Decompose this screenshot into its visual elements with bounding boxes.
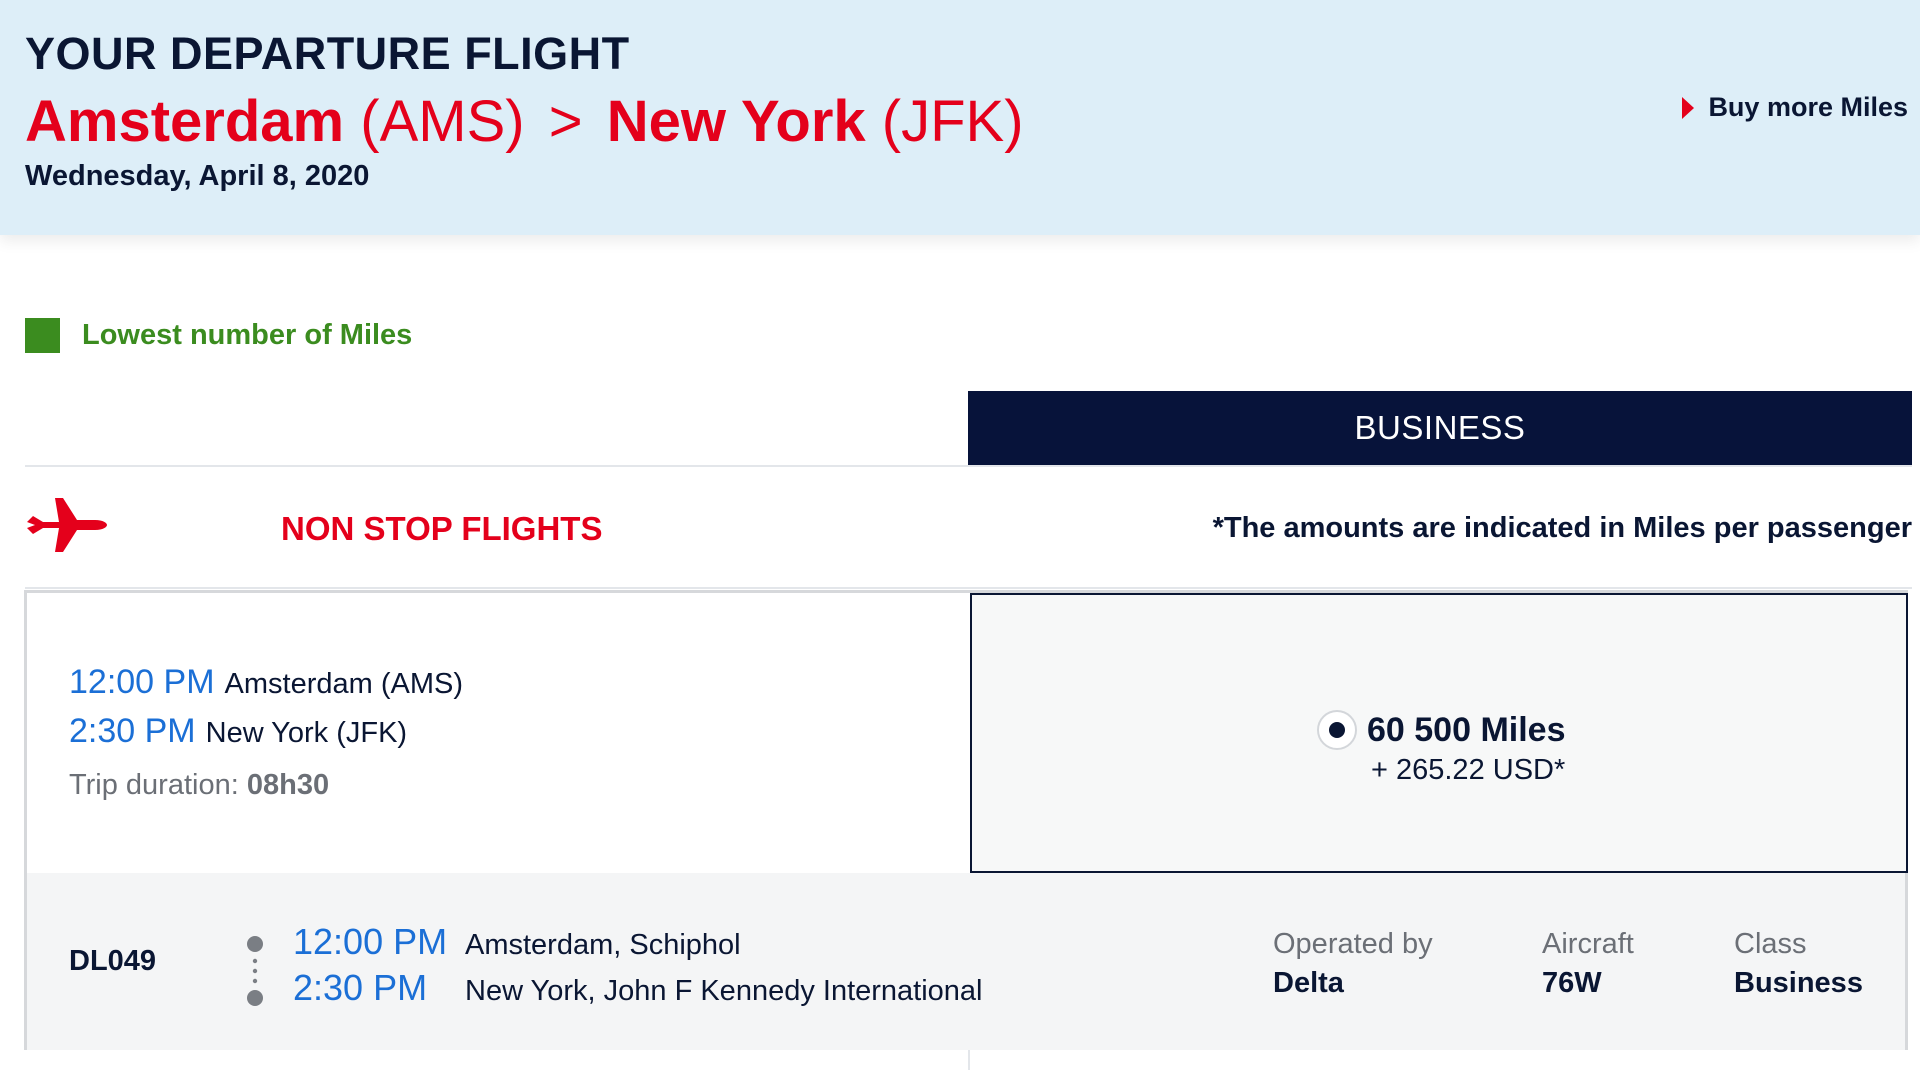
business-fare-option[interactable]: 60 500 Miles + 265.22 USD* (970, 593, 1908, 873)
aircraft: Aircraft 76W (1542, 928, 1634, 1000)
flight-segment-details: DL049 12:00 PM Amsterdam, Schiphol 2:30 … (27, 873, 1905, 1050)
legend-swatch (25, 318, 60, 353)
buy-more-miles-link[interactable]: Buy more Miles (1682, 92, 1908, 123)
class-value: Business (1734, 967, 1863, 999)
segment-departure-time: 12:00 PM (293, 921, 448, 962)
segment-arrival-time: 2:30 PM (293, 967, 428, 1008)
aircraft-value: 76W (1542, 967, 1602, 999)
arrival-line: 2:30 PM New York (JFK) (69, 712, 463, 751)
chevron-right-icon (1682, 96, 1695, 119)
segment-times: 12:00 PM Amsterdam, Schiphol 2:30 PM New… (293, 921, 983, 1013)
origin-code: (AMS) (360, 89, 525, 154)
fare-miles: 60 500 Miles (1367, 711, 1566, 749)
divider (968, 1050, 970, 1070)
legend-label: Lowest number of Miles (82, 319, 413, 351)
departure-place: Amsterdam (AMS) (224, 668, 464, 700)
cabin-column-header: BUSINESS (968, 391, 1912, 465)
operated-by-value: Delta (1273, 967, 1344, 999)
flight-number: DL049 (69, 945, 157, 977)
fare-text: 60 500 Miles + 265.22 USD* (1367, 710, 1565, 787)
operated-by: Operated by Delta (1273, 928, 1433, 1000)
duration-value: 08h30 (246, 769, 330, 801)
trip-duration: Trip duration: 08h30 (69, 769, 463, 802)
route-heading: Amsterdam (AMS) > New York (JFK) (25, 88, 1024, 155)
fare-cash: + 265.22 USD* (1371, 754, 1566, 786)
flight-summary: 12:00 PM Amsterdam (AMS) 2:30 PM New York … (69, 663, 463, 802)
origin-city: Amsterdam (25, 89, 345, 154)
segment-arrival: 2:30 PM New York, John F Kennedy Interna… (293, 967, 983, 1013)
divider (25, 587, 1912, 589)
operated-by-label: Operated by (1273, 928, 1433, 960)
destination-code: (JFK) (881, 89, 1024, 154)
arrival-time: 2:30 PM (69, 712, 196, 750)
amounts-note: *The amounts are indicated in Miles per … (1212, 512, 1912, 544)
page-header: YOUR DEPARTURE FLIGHT Amsterdam (AMS) > … (0, 0, 1920, 235)
departure-time: 12:00 PM (69, 663, 215, 701)
flight-card: 12:00 PM Amsterdam (AMS) 2:30 PM New York … (24, 590, 1908, 1050)
segment-arrival-airport: New York, John F Kennedy International (465, 975, 983, 1007)
departure-date: Wednesday, April 8, 2020 (25, 160, 370, 192)
airplane-icon (27, 498, 107, 552)
aircraft-label: Aircraft (1542, 928, 1634, 960)
page-title: YOUR DEPARTURE FLIGHT (25, 28, 630, 79)
fare-content: 60 500 Miles + 265.22 USD* (1317, 710, 1565, 787)
nonstop-section-header: NON STOP FLIGHTS *The amounts are indica… (25, 490, 1912, 570)
lowest-miles-legend: Lowest number of Miles (25, 318, 412, 353)
buy-more-miles-label: Buy more Miles (1708, 92, 1908, 122)
segment-timeline-icon (247, 936, 263, 1006)
segment-departure-airport: Amsterdam, Schiphol (465, 929, 741, 961)
nonstop-label: NON STOP FLIGHTS (281, 510, 603, 547)
fare-radio-button[interactable] (1317, 710, 1357, 750)
segment-departure: 12:00 PM Amsterdam, Schiphol (293, 921, 983, 967)
class-label: Class (1734, 928, 1807, 960)
duration-label: Trip duration: (69, 769, 239, 801)
divider (25, 465, 1912, 467)
route-separator: > (548, 89, 583, 154)
destination-city: New York (606, 89, 866, 154)
radio-selected-dot (1329, 722, 1345, 738)
arrival-place: New York (JFK) (205, 717, 408, 749)
departure-line: 12:00 PM Amsterdam (AMS) (69, 663, 463, 702)
travel-class: Class Business (1734, 928, 1863, 1000)
